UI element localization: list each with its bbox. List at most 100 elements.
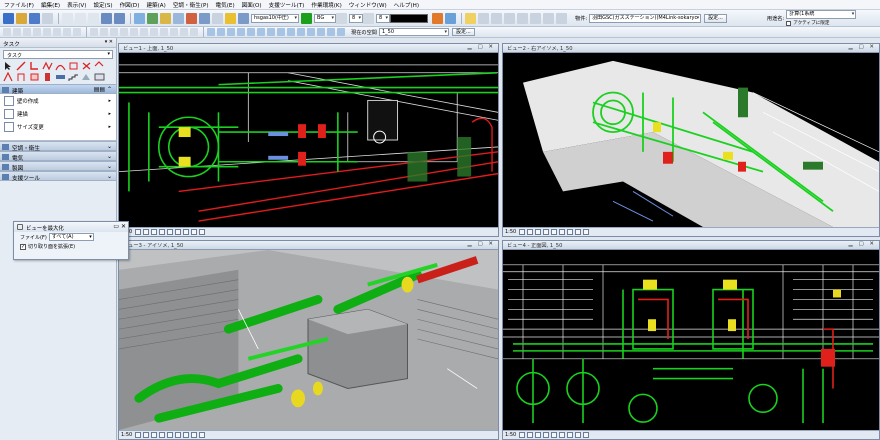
section-icon[interactable] xyxy=(267,28,275,36)
print-icon[interactable] xyxy=(42,12,53,24)
menu-architecture[interactable]: 建築(A) xyxy=(146,1,165,9)
extend-tool-icon[interactable] xyxy=(150,28,158,36)
fillet-tool-icon[interactable] xyxy=(160,28,168,36)
zoom-out-icon[interactable] xyxy=(527,432,534,438)
group-tool-icon[interactable] xyxy=(190,28,198,36)
layer-icon[interactable] xyxy=(583,229,590,235)
active-only-checkbox[interactable] xyxy=(786,20,792,26)
menu-support-tools[interactable]: 支援ツール(T) xyxy=(269,1,305,9)
tool-resize[interactable]: サイズ変更 ▸ xyxy=(0,120,116,133)
pan-icon[interactable] xyxy=(551,432,558,438)
arc-tool-icon[interactable] xyxy=(43,28,51,36)
view-front[interactable]: ビュー4 - 正面図, 1_50 ▁ ▢ ✕ 1:50 xyxy=(502,240,880,440)
column-tool-icon[interactable] xyxy=(42,72,53,82)
curve-6-icon[interactable] xyxy=(556,12,567,24)
clip-icon[interactable] xyxy=(277,28,285,36)
material-icon[interactable] xyxy=(307,28,315,36)
red-zigzag-icon[interactable] xyxy=(42,61,53,71)
menu-workspace[interactable]: 作業環境(K) xyxy=(311,1,341,9)
roof-tool-icon[interactable] xyxy=(81,72,92,82)
line-combo[interactable]: 8 xyxy=(349,13,363,23)
red-corner-icon[interactable] xyxy=(29,61,40,71)
render-icon[interactable] xyxy=(186,12,197,24)
text-tool-icon[interactable] xyxy=(63,28,71,36)
rotate-tool-icon[interactable] xyxy=(110,28,118,36)
curve-4-icon[interactable] xyxy=(530,12,541,24)
chamfer-tool-icon[interactable] xyxy=(170,28,178,36)
display-mode-icon[interactable] xyxy=(567,229,574,235)
pan-icon[interactable] xyxy=(167,432,174,438)
grid-icon[interactable] xyxy=(212,12,223,24)
view-right-iso[interactable]: ビュー2 - 右アイソメ, 1_50 ▁ ▢ ✕ 1:50 xyxy=(502,43,880,237)
save-icon[interactable] xyxy=(29,12,40,24)
select-arrow-icon[interactable] xyxy=(3,61,14,71)
menu-help[interactable]: ヘルプ(H) xyxy=(394,1,419,9)
view-iso[interactable]: ビュー3 - アイソメ, 1_50 ▁ ▢ ✕ 1:50 xyxy=(118,240,499,440)
polyline-tool-icon[interactable] xyxy=(13,28,21,36)
menu-edit[interactable]: 編集(E) xyxy=(41,1,60,9)
ellipse-tool-icon[interactable] xyxy=(53,28,61,36)
select-icon[interactable] xyxy=(134,12,145,24)
lineweight-icon[interactable] xyxy=(363,12,374,24)
dimension-tool-icon[interactable] xyxy=(73,28,81,36)
section-hvac[interactable]: 空調・衛生 ⌄ xyxy=(0,141,116,152)
camera-icon[interactable] xyxy=(287,28,295,36)
red-arc-icon[interactable] xyxy=(55,61,66,71)
sun-icon[interactable] xyxy=(465,12,476,24)
red-box-icon[interactable] xyxy=(68,61,79,71)
redo-icon[interactable] xyxy=(114,12,125,24)
paste-icon[interactable] xyxy=(88,12,99,24)
dialog-file-select[interactable]: すべて(A) xyxy=(48,233,94,241)
section-support[interactable]: 支援ツール ⌄ xyxy=(0,171,116,182)
walk-icon[interactable] xyxy=(257,28,265,36)
stair-tool-icon[interactable] xyxy=(68,72,79,82)
menu-view[interactable]: 表示(V) xyxy=(67,1,86,9)
view-scale[interactable]: 1:50 xyxy=(121,432,132,438)
rotate-icon[interactable] xyxy=(175,229,182,235)
zoom-out-icon[interactable] xyxy=(217,28,225,36)
settings-button[interactable]: 設定... xyxy=(704,13,727,23)
red-diag-icon[interactable] xyxy=(94,61,105,71)
zoom-fit-icon[interactable] xyxy=(227,28,235,36)
zoom-in-icon[interactable] xyxy=(207,28,215,36)
wall-tool-icon[interactable] xyxy=(3,71,14,82)
zoom-in-icon[interactable] xyxy=(519,229,526,235)
cut-icon[interactable] xyxy=(62,12,73,24)
zoom-window-icon[interactable] xyxy=(535,229,542,235)
rotate-icon[interactable] xyxy=(175,432,182,438)
pan-icon[interactable] xyxy=(237,28,245,36)
view-scale[interactable]: 1:50 xyxy=(505,432,516,438)
display-mode-icon[interactable] xyxy=(567,432,574,438)
properties-icon[interactable] xyxy=(160,12,171,24)
color-combo[interactable]: BG xyxy=(314,13,336,23)
arc-icon[interactable] xyxy=(478,12,489,24)
move-tool-icon[interactable] xyxy=(90,28,98,36)
property-combo[interactable]: 羽田GSC(ガスステーション)(M4Link-sokaryc xyxy=(589,13,702,23)
zoom-out-icon[interactable] xyxy=(143,229,150,235)
tool-create-wall[interactable]: 壁の作成 ▸ xyxy=(0,94,116,107)
array-tool-icon[interactable] xyxy=(180,28,188,36)
wand-icon[interactable] xyxy=(445,12,456,24)
space-settings-button[interactable]: 設定... xyxy=(451,28,475,36)
door-tool-icon[interactable] xyxy=(16,72,27,82)
menu-settings[interactable]: 設定(S) xyxy=(93,1,112,9)
room-tool-icon[interactable] xyxy=(94,72,105,82)
view-canvas[interactable] xyxy=(503,250,879,430)
window-controls-icon[interactable]: ▁ ▢ ✕ xyxy=(848,44,876,50)
light-icon[interactable] xyxy=(297,28,305,36)
curve-icon[interactable] xyxy=(491,12,502,24)
layer-icon[interactable] xyxy=(147,12,158,24)
hand-icon[interactable] xyxy=(191,432,198,438)
wireframe-icon[interactable] xyxy=(327,28,335,36)
view-scale[interactable]: 1:50 xyxy=(505,229,516,235)
view-canvas[interactable] xyxy=(119,53,498,227)
rotate-icon[interactable] xyxy=(559,432,566,438)
menu-draw[interactable]: 作図(D) xyxy=(120,1,140,9)
section-view-toggle-icon[interactable]: ▤▤ ⌃ xyxy=(94,86,112,93)
red-cross-icon[interactable] xyxy=(81,61,92,71)
help-icon[interactable] xyxy=(3,12,14,24)
measure-icon[interactable] xyxy=(199,12,210,24)
star-icon[interactable] xyxy=(225,12,236,24)
zoom-in-icon[interactable] xyxy=(135,229,142,235)
palette-icon[interactable] xyxy=(432,12,443,24)
